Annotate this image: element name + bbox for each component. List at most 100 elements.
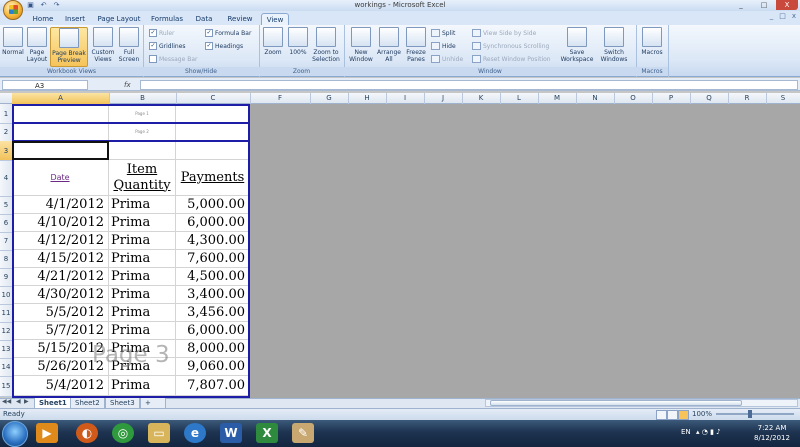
worksheet-grid[interactable]: Page 1 Page 2 Date Item Quantity Payment… bbox=[12, 104, 250, 396]
row-header[interactable]: 15 bbox=[0, 376, 12, 397]
tab-page-layout[interactable]: Page Layout bbox=[96, 13, 142, 25]
word-icon[interactable]: W bbox=[220, 423, 242, 443]
normal-view-status-icon[interactable] bbox=[656, 410, 667, 420]
item-cell[interactable]: Prima bbox=[109, 322, 176, 340]
hide-button[interactable]: Hide bbox=[431, 42, 456, 50]
doc-restore-button[interactable]: □ bbox=[779, 12, 786, 20]
cell[interactable] bbox=[12, 123, 109, 141]
office-button[interactable] bbox=[3, 0, 23, 20]
freeze-panes-button[interactable]: Freeze Panes bbox=[403, 27, 429, 63]
view-side-by-side-button[interactable]: View Side by Side bbox=[472, 29, 536, 37]
maximize-button[interactable]: □ bbox=[753, 0, 775, 10]
page-break-line[interactable] bbox=[12, 140, 250, 142]
date-cell[interactable]: 4/15/2012 bbox=[12, 250, 109, 268]
row-header[interactable]: 2 bbox=[0, 123, 12, 142]
payment-cell[interactable]: 6,000.00 bbox=[176, 214, 250, 232]
custom-views-button[interactable]: Custom Views bbox=[90, 27, 116, 63]
column-header[interactable]: O bbox=[614, 93, 653, 104]
arrange-all-button[interactable]: Arrange All bbox=[376, 27, 402, 63]
zoom-slider[interactable] bbox=[716, 413, 794, 415]
column-header[interactable]: Q bbox=[690, 93, 729, 104]
row-header[interactable]: 3 bbox=[0, 141, 12, 161]
unhide-button[interactable]: Unhide bbox=[431, 55, 463, 63]
payment-cell[interactable]: 9,060.00 bbox=[176, 358, 250, 376]
item-cell[interactable]: Prima bbox=[109, 232, 176, 250]
row-header[interactable]: 12 bbox=[0, 322, 12, 341]
macros-button[interactable]: Macros bbox=[639, 27, 665, 56]
column-header[interactable]: L bbox=[500, 93, 539, 104]
row-header[interactable]: 5 bbox=[0, 196, 12, 215]
column-header[interactable]: H bbox=[348, 93, 387, 104]
page-layout-status-icon[interactable] bbox=[667, 410, 678, 420]
zoom-100-button[interactable]: 100% bbox=[287, 27, 309, 56]
item-cell[interactable]: Prima bbox=[109, 286, 176, 304]
date-cell[interactable]: 4/10/2012 bbox=[12, 214, 109, 232]
column-header[interactable]: G bbox=[310, 93, 349, 104]
zoom-to-selection-button[interactable]: Zoom to Selection bbox=[311, 27, 341, 63]
page-break-status-icon[interactable] bbox=[678, 410, 689, 420]
payment-cell[interactable]: 3,456.00 bbox=[176, 304, 250, 322]
payment-cell[interactable]: 7,807.00 bbox=[176, 376, 250, 396]
date-header[interactable]: Date bbox=[12, 160, 109, 196]
row-header[interactable]: 1 bbox=[0, 104, 12, 124]
cell[interactable] bbox=[176, 104, 250, 123]
item-cell[interactable]: Prima bbox=[109, 376, 176, 396]
item-cell[interactable]: Prima bbox=[109, 358, 176, 376]
media-player-icon[interactable]: ▶ bbox=[36, 423, 58, 443]
next-sheet-icon[interactable]: ▶ bbox=[24, 398, 29, 405]
doc-close-button[interactable]: x bbox=[792, 12, 796, 20]
save-workspace-button[interactable]: Save Workspace bbox=[560, 27, 594, 63]
row-header[interactable]: 13 bbox=[0, 340, 12, 359]
column-header[interactable]: K bbox=[462, 93, 501, 104]
synchronous-scrolling-button[interactable]: Synchronous Scrolling bbox=[472, 42, 549, 50]
tab-data[interactable]: Data bbox=[192, 13, 216, 25]
new-window-button[interactable]: New Window bbox=[347, 27, 375, 63]
column-header[interactable]: C bbox=[176, 93, 251, 104]
date-cell[interactable]: 4/1/2012 bbox=[12, 196, 109, 214]
chrome-icon[interactable]: ◎ bbox=[112, 423, 134, 443]
firefox-icon[interactable]: ◐ bbox=[76, 423, 98, 443]
column-header[interactable]: J bbox=[424, 93, 463, 104]
message-bar-checkbox[interactable]: Message Bar bbox=[149, 55, 197, 63]
split-button[interactable]: Split bbox=[431, 29, 455, 37]
normal-view-button[interactable]: Normal bbox=[2, 27, 24, 56]
payment-cell[interactable]: 3,400.00 bbox=[176, 286, 250, 304]
page-break-preview-button[interactable]: Page Break Preview bbox=[50, 27, 88, 67]
item-cell[interactable]: Prima bbox=[109, 250, 176, 268]
column-header[interactable]: B bbox=[109, 93, 177, 104]
row-header[interactable]: 11 bbox=[0, 304, 12, 323]
tab-formulas[interactable]: Formulas bbox=[148, 13, 186, 25]
internet-explorer-icon[interactable]: e bbox=[184, 423, 206, 443]
tab-insert[interactable]: Insert bbox=[60, 13, 90, 25]
row-header[interactable]: 8 bbox=[0, 250, 12, 269]
row-header[interactable]: 14 bbox=[0, 358, 12, 377]
item-cell[interactable]: Prima bbox=[109, 340, 176, 358]
insert-function-icon[interactable]: fx bbox=[124, 80, 138, 90]
gridlines-checkbox[interactable]: ✓ Gridlines bbox=[149, 42, 186, 50]
switch-windows-button[interactable]: Switch Windows bbox=[596, 27, 632, 63]
payment-cell[interactable]: 4,300.00 bbox=[176, 232, 250, 250]
clock-time[interactable]: 7:22 AM bbox=[748, 424, 796, 432]
minimize-button[interactable]: _ bbox=[730, 0, 752, 10]
item-cell[interactable]: Prima bbox=[109, 214, 176, 232]
page-break-line[interactable] bbox=[12, 122, 250, 124]
column-header[interactable]: R bbox=[728, 93, 767, 104]
zoom-level[interactable]: 100% bbox=[692, 409, 712, 420]
cell-a3[interactable] bbox=[12, 141, 109, 160]
doc-minimize-button[interactable]: _ bbox=[770, 12, 774, 20]
full-screen-button[interactable]: Full Screen bbox=[118, 27, 140, 63]
ruler-checkbox[interactable]: ✓ Ruler bbox=[149, 29, 175, 37]
tab-review[interactable]: Review bbox=[224, 13, 256, 25]
date-cell[interactable]: 5/15/2012 bbox=[12, 340, 109, 358]
undo-icon[interactable]: ↶ bbox=[39, 1, 48, 9]
zoom-slider-knob[interactable] bbox=[748, 410, 752, 418]
explorer-icon[interactable]: ▭ bbox=[148, 423, 170, 443]
prev-sheet-icon[interactable]: ◀ bbox=[16, 398, 21, 405]
date-cell[interactable]: 4/12/2012 bbox=[12, 232, 109, 250]
start-button[interactable] bbox=[2, 421, 28, 447]
row-header[interactable]: 9 bbox=[0, 268, 12, 287]
date-cell[interactable]: 5/5/2012 bbox=[12, 304, 109, 322]
column-header[interactable]: S bbox=[766, 93, 800, 104]
date-cell[interactable]: 5/26/2012 bbox=[12, 358, 109, 376]
column-header[interactable]: A bbox=[12, 93, 110, 104]
